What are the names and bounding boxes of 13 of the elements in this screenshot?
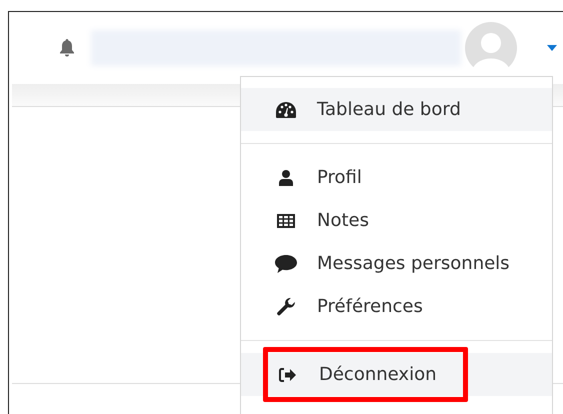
menu-item[interactable]: Déconnexion bbox=[263, 347, 468, 402]
menu-item[interactable]: Messages personnels bbox=[241, 245, 538, 282]
menu-item[interactable]: Préférences bbox=[241, 288, 451, 325]
speech-bubble-icon bbox=[275, 254, 297, 272]
table-icon bbox=[275, 214, 297, 228]
menu-item[interactable]: Tableau de bord bbox=[241, 91, 489, 128]
bell-icon[interactable] bbox=[59, 39, 75, 57]
sign-out-icon bbox=[277, 368, 299, 382]
caret-icon[interactable] bbox=[547, 45, 557, 51]
menu-item[interactable]: Profil bbox=[241, 159, 390, 196]
menu-item[interactable]: Notes bbox=[241, 202, 397, 239]
wrench-icon bbox=[275, 298, 297, 316]
gauge-icon bbox=[275, 102, 297, 118]
